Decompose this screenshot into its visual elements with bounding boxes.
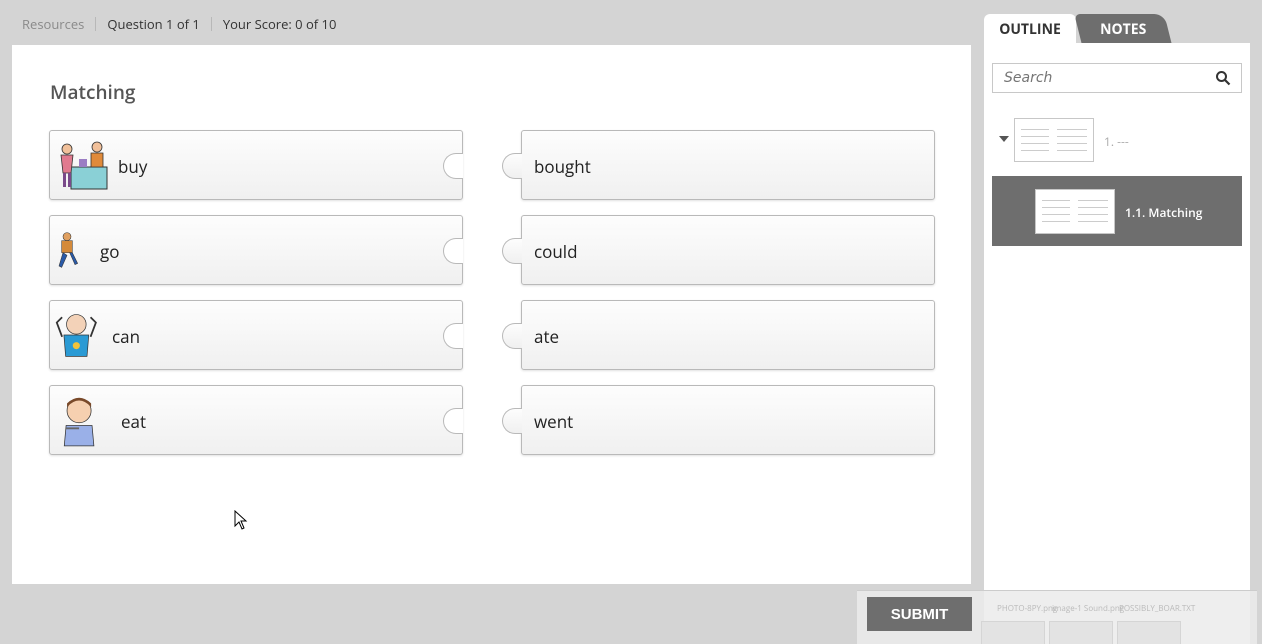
- search-input[interactable]: [993, 64, 1203, 92]
- ghost-file-label: PHOTO-8PY.png: [997, 603, 1058, 614]
- outline-slide-item-selected[interactable]: 1.1. Matching: [992, 176, 1242, 246]
- match-right-item-bought[interactable]: bought: [502, 130, 935, 200]
- chevron-down-icon[interactable]: [999, 136, 1009, 142]
- puzzle-notch: [502, 323, 522, 349]
- question-counter: Question 1 of 1: [95, 17, 210, 31]
- match-left-item-eat[interactable]: eat: [49, 385, 463, 455]
- boy-eating-clipart-icon: [63, 397, 95, 447]
- match-left-label: can: [112, 325, 141, 348]
- slide-canvas: Matching buy go can eat bought could ate…: [12, 45, 971, 584]
- tab-notes[interactable]: NOTES: [1074, 14, 1172, 44]
- ghost-file-label: POSSIBLY_BOAR.TXT: [1119, 603, 1196, 614]
- search-icon[interactable]: [1215, 70, 1231, 86]
- match-right-label: ate: [534, 325, 560, 348]
- score-display: Your Score: 0 of 10: [210, 17, 348, 31]
- match-left-label: eat: [121, 410, 147, 433]
- match-right-item-went[interactable]: went: [502, 385, 935, 455]
- puzzle-notch: [443, 153, 463, 179]
- puzzle-notch: [443, 238, 463, 264]
- strong-man-clipart-icon: [55, 314, 97, 357]
- ghost-file-label: image-1 Sound.png: [1052, 603, 1125, 614]
- match-right-label: bought: [534, 155, 591, 178]
- match-left-item-can[interactable]: can: [49, 300, 463, 370]
- match-left-label: buy: [118, 155, 148, 178]
- match-left-label: go: [100, 240, 120, 263]
- outline-slide-thumbnail: [1035, 189, 1115, 234]
- slide-title: Matching: [50, 79, 136, 105]
- match-left-item-buy[interactable]: buy: [49, 130, 463, 200]
- resources-link[interactable]: Resources: [12, 17, 95, 31]
- puzzle-notch: [502, 408, 522, 434]
- outline-scene-label[interactable]: 1. ---: [1104, 133, 1129, 150]
- puzzle-notch: [502, 153, 522, 179]
- tab-outline[interactable]: OUTLINE: [984, 14, 1076, 44]
- match-right-label: went: [534, 410, 574, 433]
- match-right-label: could: [534, 240, 578, 263]
- outline-search: [992, 63, 1242, 93]
- player-top-bar: Resources Question 1 of 1 Your Score: 0 …: [12, 14, 347, 34]
- match-right-item-ate[interactable]: ate: [502, 300, 935, 370]
- tab-notes-label: NOTES: [1099, 19, 1147, 39]
- outline-slide-label: 1.1. Matching: [1125, 204, 1203, 221]
- mouse-cursor-icon: [234, 510, 248, 530]
- puzzle-notch: [443, 408, 463, 434]
- walking-boy-clipart-icon: [58, 232, 79, 268]
- shopping-clipart-icon: [60, 141, 108, 190]
- outline-scene-thumbnail[interactable]: [1014, 118, 1094, 162]
- submit-button[interactable]: SUBMIT: [867, 597, 972, 631]
- match-left-item-go[interactable]: go: [49, 215, 463, 285]
- puzzle-notch: [443, 323, 463, 349]
- tab-outline-label: OUTLINE: [999, 19, 1061, 39]
- puzzle-notch: [502, 238, 522, 264]
- match-right-item-could[interactable]: could: [502, 215, 935, 285]
